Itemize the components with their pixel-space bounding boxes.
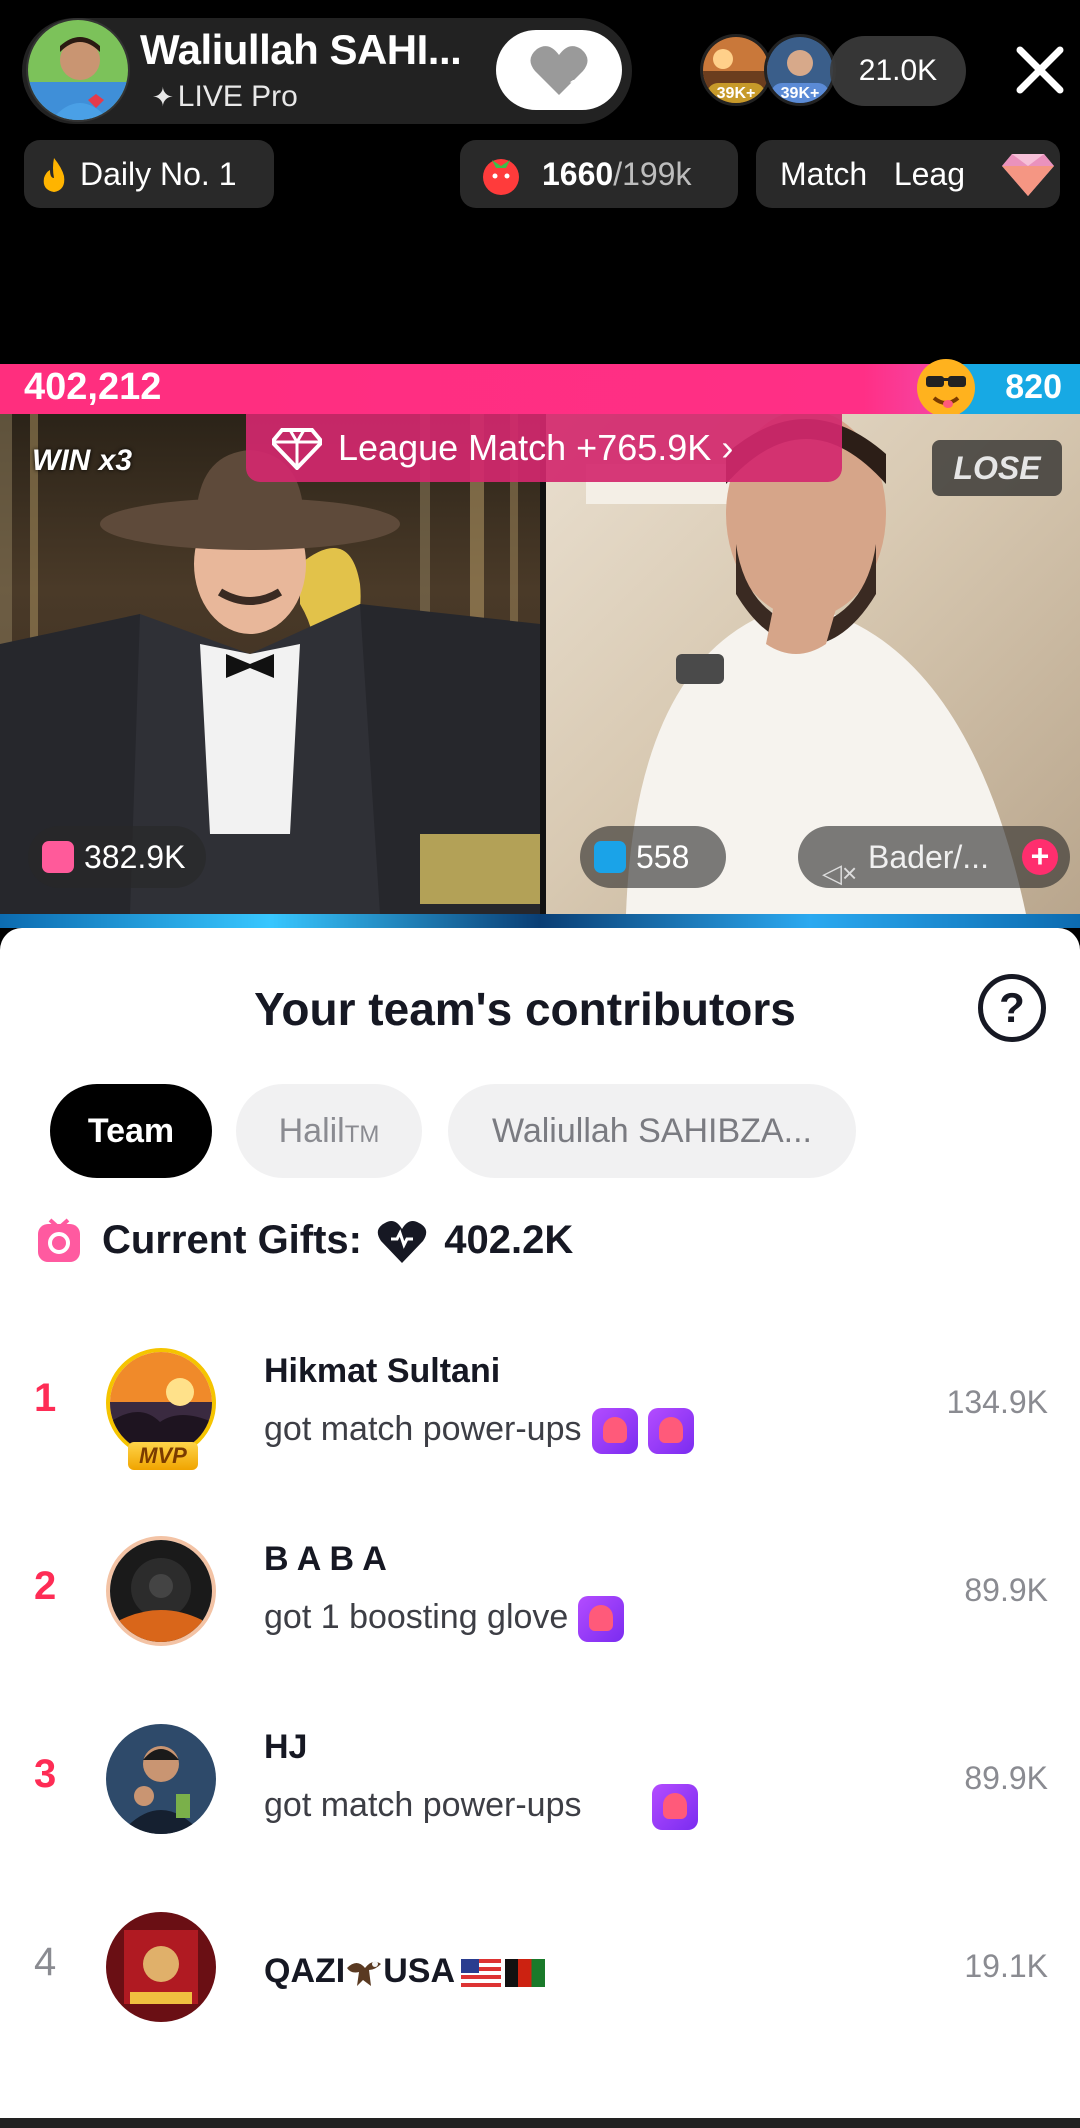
top-viewer-avatar-1[interactable]: 39K+ [700,34,772,106]
contributor-row[interactable]: 1 MVP Hikmat Sultani got match power-ups… [0,1328,1080,1488]
right-gift-total[interactable]: 558 [580,826,726,888]
host-avatar[interactable] [26,18,130,122]
contributor-desc: got match power-ups [264,1408,694,1454]
sparkle-icon: ✦ [152,82,174,112]
daily-rank-label: Daily No. 1 [80,156,237,192]
contributor-value: 89.9K [964,1572,1048,1608]
avatar[interactable] [106,1724,216,1834]
right-team-score: 820 [1005,368,1062,406]
contributor-value: 89.9K [964,1760,1048,1796]
flame-icon [43,158,65,192]
league-match-banner[interactable]: League Match +765.9K › [246,414,842,482]
help-icon[interactable]: ? [978,974,1046,1042]
top-viewer-avatar-2[interactable]: 39K+ [764,34,836,106]
power-up-icon [647,1408,694,1454]
left-gift-total[interactable]: 382.9K [28,826,206,888]
left-gift-value: 382.9K [84,839,186,875]
tomato-target: /199k [613,156,692,192]
contributor-name-suffix: USA [383,1952,456,1990]
contributor-name: Hikmat Sultani [264,1352,501,1390]
league-match-chip[interactable]: Match Leag [756,140,1060,208]
viewer-badge: 39K+ [707,83,765,103]
live-pro-label: LIVE Pro [177,80,298,113]
league-label: Leag [893,156,965,192]
right-gift-value: 558 [636,839,690,875]
contributor-desc-text: got match power-ups [264,1785,582,1824]
viewer-count[interactable]: 21.0K [830,36,966,106]
heart-icon [377,1221,427,1264]
battle-effect-strip [0,914,1080,928]
gift-icon [38,1218,80,1262]
mvp-badge: MVP [128,1442,198,1470]
follow-button[interactable]: 1 [496,30,622,110]
viewer-badge: 39K+ [771,83,829,103]
sheet-title: Your team's contributors [254,983,796,1035]
close-icon [1016,46,1064,94]
diamond-icon [1002,154,1054,196]
power-up-icon [591,1408,638,1454]
power-up-icon [578,1596,625,1642]
avatar[interactable] [106,1536,216,1646]
diamond-icon [272,428,322,470]
current-gifts-value: 402.2K [444,1218,574,1262]
host-name[interactable]: Waliullah SAHI... [140,26,462,74]
contributor-name: HJ [264,1728,308,1766]
contributor-value: 134.9K [946,1384,1048,1420]
heart-icon: 1 [530,46,588,95]
tomato-goal-chip[interactable]: 1660/199k [460,140,738,208]
contributor-desc: got match power-ups [264,1784,698,1830]
power-up-icon [651,1784,698,1830]
afghanistan-flag-icon [505,1959,546,1988]
rank-number: 1 [34,1376,57,1420]
contributor-name: QAZI USA [264,1952,546,1991]
tomato-icon [483,159,519,195]
us-flag-icon [461,1959,502,1988]
current-gifts-label: Current Gifts: [102,1218,362,1262]
sunglasses-emoji-icon [917,359,975,417]
contributors-sheet: Your team's contributors ? Team HalilTM … [0,928,1080,2128]
eagle-icon [347,1961,382,1987]
tab-waliullah[interactable]: Waliullah SAHIBZA... [448,1084,856,1178]
contributor-row[interactable]: 4 QAZI USA 19.1K [0,1892,1080,2052]
current-gifts-row: Current Gifts: 402.2K [36,1210,573,1270]
tab-halil-label: Halil [278,1112,345,1150]
host-subtitle: ✦ LIVE Pro [152,80,298,114]
chevron-right-icon: › [721,427,734,468]
contributor-value: 19.1K [964,1948,1048,1984]
avatar[interactable] [106,1912,216,2022]
bottom-edge [0,2118,1080,2128]
left-team-score: 402,212 [24,366,162,408]
contributor-row[interactable]: 2 B A B A got 1 boosting glove 89.9K [0,1516,1080,1676]
lose-label: LOSE [932,440,1062,496]
win-streak-label: WIN x3 [32,444,133,477]
contributor-name: B A B A [264,1540,387,1578]
follow-count: 1 [569,78,578,95]
tomato-current: 1660 [542,156,614,192]
daily-rank-chip[interactable]: Daily No. 1 [24,140,274,208]
contributor-desc-text: got match power-ups [264,1409,582,1448]
contributor-row[interactable]: 3 HJ got match power-ups 89.9K [0,1704,1080,1864]
opponent-host-pill[interactable]: ◁× Bader/... + [798,826,1070,888]
league-banner-text: League Match +765.9K [338,427,712,468]
match-label: Match [780,156,868,192]
gift-icon [594,841,626,873]
tab-halil-suffix: TM [344,1121,380,1148]
rank-number: 3 [34,1752,57,1796]
mute-icon: ◁× [822,858,858,888]
tab-halil[interactable]: HalilTM [236,1084,422,1178]
plus-icon[interactable]: + [1022,839,1058,875]
contributor-desc: got 1 boosting glove [264,1596,625,1642]
rank-number: 4 [34,1940,57,1984]
contributor-name-prefix: QAZI [264,1952,346,1990]
rank-number: 2 [34,1564,57,1608]
opponent-host-name: Bader/... [868,839,989,875]
tab-team[interactable]: Team [50,1084,212,1178]
contributor-desc-text: got 1 boosting glove [264,1597,569,1636]
close-button[interactable] [1010,38,1070,102]
gift-icon [42,841,74,873]
